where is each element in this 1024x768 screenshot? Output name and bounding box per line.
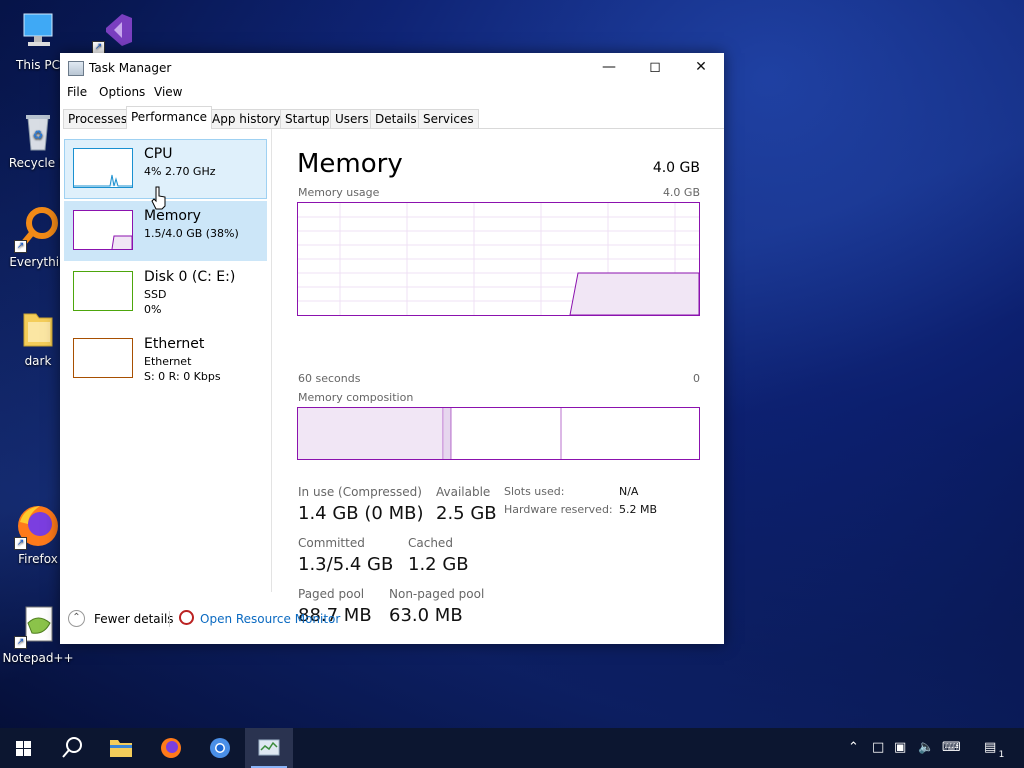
non-paged-pool-label: Non-paged pool	[389, 587, 485, 601]
committed-label: Committed	[298, 536, 365, 550]
tab-app-history[interactable]: App history	[207, 109, 286, 128]
menu-bar: File Options View	[60, 82, 724, 102]
resource-detail-2: S: 0 R: 0 Kbps	[144, 370, 221, 383]
paged-pool-label: Paged pool	[298, 587, 365, 601]
task-manager-icon	[258, 739, 280, 756]
available-label: Available	[436, 485, 491, 499]
notification-center-icon[interactable]: ▤	[984, 740, 996, 755]
memory-composition-bar	[297, 407, 700, 460]
resource-detail: SSD	[144, 288, 167, 301]
tab-strip: Processes Performance App history Startu…	[63, 106, 724, 129]
recycle-bin-icon: ♻	[14, 106, 62, 154]
resource-detail-2: 0%	[144, 303, 162, 316]
fewer-details-button[interactable]: Fewer details	[94, 612, 174, 626]
taskbar-firefox[interactable]	[147, 728, 195, 768]
committed-value: 1.3/5.4 GB	[298, 554, 394, 575]
menu-options[interactable]: Options	[99, 85, 145, 99]
svg-text:♻: ♻	[33, 128, 44, 142]
footer-separator	[169, 611, 170, 627]
detail-title: Memory	[297, 149, 403, 179]
close-button[interactable]: ✕	[678, 53, 724, 82]
resource-name: Ethernet	[144, 336, 205, 352]
tab-performance[interactable]: Performance	[126, 106, 213, 129]
task-manager-app-icon	[68, 61, 84, 76]
notepad-plus-plus-icon: ↗	[14, 601, 62, 649]
resource-name: CPU	[144, 146, 173, 162]
memory-composition-label: Memory composition	[298, 391, 414, 404]
resource-monitor-icon[interactable]	[179, 610, 194, 625]
shortcut-arrow-icon: ↗	[14, 537, 27, 550]
chromium-icon	[210, 738, 230, 758]
memory-thumbnail-graph	[73, 210, 133, 250]
menu-file[interactable]: File	[67, 85, 87, 99]
cached-label: Cached	[408, 536, 453, 550]
slots-used-label: Slots used:	[504, 485, 565, 498]
visual-studio-icon: ↗	[92, 6, 140, 54]
memory-usage-max: 4.0 GB	[662, 186, 700, 199]
desktop-icon-label: Notepad++	[2, 651, 74, 665]
ethernet-thumbnail-graph	[73, 338, 133, 378]
network-icon[interactable]: ▣	[894, 740, 906, 755]
hand-cursor-icon	[151, 186, 167, 214]
taskbar: ⌃ □ ▣ 🔈 ⌨ ▤ 1	[0, 728, 1024, 768]
cached-value: 1.2 GB	[408, 554, 469, 575]
in-use-value: 1.4 GB (0 MB)	[298, 503, 424, 524]
firefox-icon: ↗	[14, 502, 62, 550]
tab-startup[interactable]: Startup	[280, 109, 335, 128]
resource-detail: Ethernet	[144, 355, 192, 368]
available-value: 2.5 GB	[436, 503, 497, 524]
minimize-button[interactable]: —	[586, 53, 632, 82]
resource-item-ethernet[interactable]: Ethernet Ethernet S: 0 R: 0 Kbps	[64, 329, 267, 389]
tab-processes[interactable]: Processes	[63, 109, 133, 128]
folder-icon	[110, 740, 132, 757]
hardware-reserved-label: Hardware reserved:	[504, 503, 613, 516]
taskbar-chromium[interactable]	[196, 728, 244, 768]
open-resource-monitor-link[interactable]: Open Resource Monitor	[200, 612, 340, 626]
maximize-button[interactable]: ◻	[632, 53, 678, 82]
taskbar-task-manager[interactable]	[245, 728, 293, 768]
footer-bar: ⌃ Fewer details Open Resource Monitor	[60, 608, 724, 634]
tray-app-icon[interactable]: □	[872, 740, 884, 755]
desktop-icon-visual-studio[interactable]: ↗	[78, 6, 154, 56]
everything-search-icon: ↗	[14, 205, 62, 253]
search-icon	[62, 737, 82, 758]
windows-logo-icon	[16, 741, 31, 756]
shortcut-arrow-icon: ↗	[14, 636, 27, 649]
tab-details[interactable]: Details	[370, 109, 422, 128]
search-button[interactable]	[48, 728, 96, 768]
resource-name: Disk 0 (C: E:)	[144, 269, 236, 285]
hardware-reserved-value: 5.2 MB	[619, 503, 658, 516]
show-hidden-icons-chevron-icon[interactable]: ⌃	[848, 740, 859, 755]
chevron-up-icon[interactable]: ⌃	[68, 610, 85, 627]
taskbar-file-explorer[interactable]	[97, 728, 145, 768]
graph-time-left: 60 seconds	[298, 372, 361, 385]
resource-detail: 4% 2.70 GHz	[144, 165, 216, 178]
shortcut-arrow-icon: ↗	[14, 240, 27, 253]
tab-users[interactable]: Users	[330, 109, 374, 128]
cpu-thumbnail-graph	[73, 148, 133, 188]
memory-usage-label: Memory usage	[298, 186, 380, 199]
detail-total: 4.0 GB	[652, 160, 700, 176]
tab-services[interactable]: Services	[418, 109, 479, 128]
computer-icon	[14, 8, 62, 56]
menu-view[interactable]: View	[154, 85, 182, 99]
volume-muted-icon[interactable]: 🔈	[918, 740, 934, 755]
slots-used-value: N/A	[619, 485, 639, 498]
memory-usage-graph	[297, 202, 700, 316]
task-manager-window: Task Manager — ◻ ✕ File Options View Pro…	[60, 53, 724, 644]
graph-time-right: 0	[693, 372, 700, 385]
window-title: Task Manager	[89, 61, 172, 75]
title-bar[interactable]: Task Manager — ◻ ✕	[60, 53, 724, 82]
in-use-label: In use (Compressed)	[298, 485, 422, 499]
folder-icon	[14, 304, 62, 352]
keyboard-icon[interactable]: ⌨	[942, 740, 961, 755]
resource-item-disk[interactable]: Disk 0 (C: E:) SSD 0%	[64, 262, 267, 322]
disk-thumbnail-graph	[73, 271, 133, 311]
start-button[interactable]	[0, 728, 48, 768]
firefox-icon	[161, 738, 181, 758]
resource-detail: 1.5/4.0 GB (38%)	[144, 227, 239, 240]
notification-count-badge: 1	[996, 750, 1007, 761]
